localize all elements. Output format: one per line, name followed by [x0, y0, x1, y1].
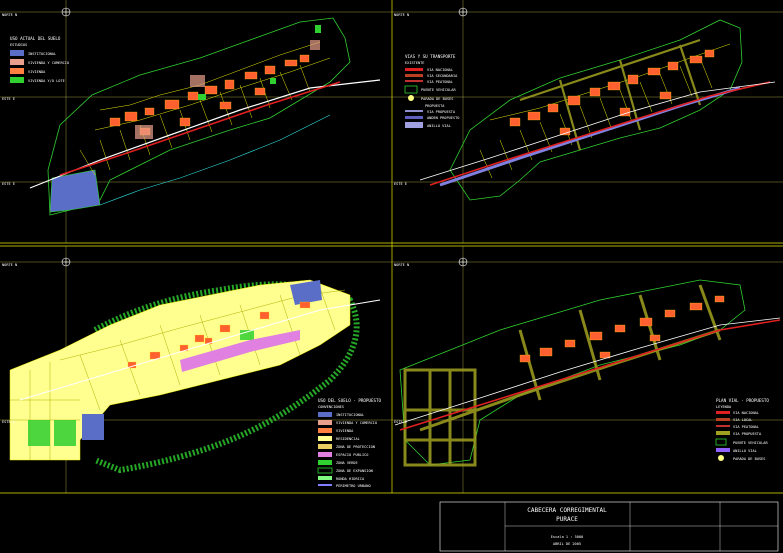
legend-swatch — [716, 448, 730, 452]
legend-swatch-vivienda — [10, 68, 24, 74]
legend-swatch — [716, 411, 730, 414]
legend-title: PLAN VIAL - PROPUESTO — [716, 398, 769, 403]
legend-swatch — [718, 455, 724, 461]
legend-label: PUENTE VEHICULAR — [421, 88, 456, 92]
legend-label: VIVIENDA Y COMERCIO — [336, 421, 377, 425]
legend-label: VIVIENDA — [28, 70, 46, 74]
legend-label: ANDEN PROPUESTO — [427, 116, 459, 120]
legend-label: RONDA HIDRICA — [336, 477, 365, 481]
legend-subtitle: CONVENCIONES — [318, 405, 344, 409]
legend-label: PUENTE VEHICULAR — [733, 441, 768, 445]
legend-swatch — [318, 484, 332, 486]
legend-label: ZONA DE PROTECCION — [336, 445, 375, 449]
legend-label: VIA SECUNDARIA — [427, 74, 458, 78]
legend-label: VIA PEATONAL — [427, 80, 453, 84]
legend-label: VIA LOCAL — [733, 418, 752, 422]
legend-label: ESPACIO PUBLICO — [336, 453, 368, 457]
title-line-1: CABECERA CORREGIMENTAL — [527, 507, 607, 514]
legend-label: ANILLO VIAL — [427, 124, 451, 128]
legend-label: VIVIENDA Y COMERCIO — [28, 61, 69, 65]
grid-label: ESTE E — [2, 97, 15, 101]
legend-label: VIVIENDA Y/O LOTE — [28, 79, 65, 83]
legend-subtitle: ESTUDIOS — [10, 43, 27, 47]
legend-label: PARADA DE BUSES — [421, 97, 453, 101]
grid-label: ESTE E — [394, 182, 407, 186]
legend-swatch — [318, 412, 332, 417]
legend-subtitle: LEYENDA — [716, 405, 732, 409]
legend-swatch — [318, 452, 332, 457]
grid-label: ESTE E — [2, 182, 15, 186]
legend-swatch — [408, 95, 414, 101]
legend-swatch-institutional — [10, 50, 24, 56]
legend-subtitle: EXISTENTE — [405, 61, 424, 65]
legend-title: USO DEL SUELO - PROPUESTO — [318, 398, 382, 403]
legend-swatch-vivienda-comercio — [10, 59, 24, 65]
cad-drawing-sheet: USO ACTUAL DEL SUELO ESTUDIOS INSTITUCIO… — [0, 0, 783, 553]
legend-title: USO ACTUAL DEL SUELO — [10, 36, 61, 41]
legend-label: VIVIENDA — [336, 429, 354, 433]
title-line-2: PURACE — [556, 516, 578, 523]
legend-swatch — [716, 418, 730, 421]
grid-label: ESTE E — [2, 420, 15, 424]
legend-label: INSTITUCIONAL — [28, 52, 56, 56]
legend-label: RESIDENCIAL — [336, 437, 360, 441]
grid-label: ESTE E — [394, 420, 407, 424]
legend-swatch — [318, 460, 332, 465]
legend-label: VIA PROPUESTA — [733, 432, 762, 436]
grid-label: NORTE N — [2, 263, 17, 267]
legend-swatch — [405, 116, 423, 119]
legend-swatch — [405, 122, 423, 128]
legend-label: INSTITUCIONAL — [336, 413, 364, 417]
grid-label: NORTE N — [2, 13, 17, 17]
sheet-background — [0, 0, 783, 553]
legend-label: PARADA DE BUSES — [733, 457, 765, 461]
legend-swatch — [716, 425, 730, 427]
title-scale: Escala 1 : 5000 — [551, 535, 583, 539]
legend-label: ZONA DE EXPANSION — [336, 469, 373, 473]
legend-swatch — [318, 476, 332, 480]
legend-swatch — [318, 436, 332, 441]
title-date: ABRIL DE 2005 — [553, 542, 581, 546]
legend-label: VIA NACIONAL — [733, 411, 759, 415]
legend-label: VIA PROPUESTA — [427, 110, 456, 114]
legend-swatch — [405, 110, 423, 112]
legend-swatch — [318, 444, 332, 449]
legend-swatch — [405, 68, 423, 71]
grid-label: NORTE N — [394, 13, 409, 17]
legend-label: PROPUESTA — [425, 104, 445, 108]
legend-swatch — [318, 420, 332, 425]
legend-label: VIA NACIONAL — [427, 68, 453, 72]
legend-swatch — [405, 74, 423, 77]
legend-title: VIAS Y SU TRANSPORTE — [405, 54, 456, 59]
legend-label: VIA PEATONAL — [733, 425, 759, 429]
legend-label: ANILLO VIAL — [733, 449, 757, 453]
legend-label: ZONA VERDE — [336, 461, 358, 465]
legend-swatch — [716, 431, 730, 435]
legend-swatch — [405, 80, 423, 82]
legend-swatch — [318, 428, 332, 433]
legend-swatch-lote — [10, 77, 24, 83]
legend-label: PERIMETRO URBANO — [336, 484, 371, 488]
grid-label: NORTE N — [394, 263, 409, 267]
